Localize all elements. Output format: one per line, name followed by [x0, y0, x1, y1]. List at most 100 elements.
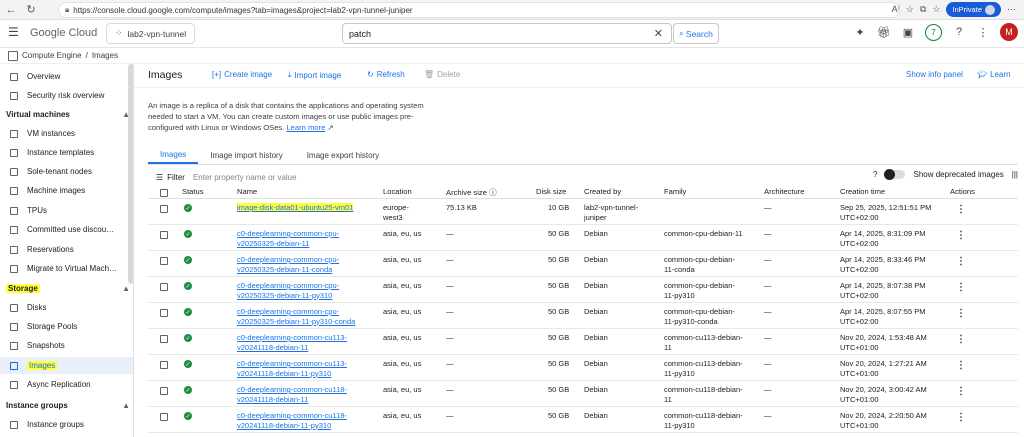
- column-display-icon[interactable]: |||: [1012, 170, 1018, 179]
- project-selector[interactable]: ⁘ lab2-vpn-tunnel: [106, 23, 196, 44]
- clear-search-icon[interactable]: ✕: [654, 27, 663, 40]
- image-name-link[interactable]: c0-deeplearning-common-cpu-v20250325-deb…: [237, 229, 339, 248]
- google-cloud-logo[interactable]: Google Cloud: [30, 27, 97, 39]
- create-image-button[interactable]: [+] Create image: [212, 70, 272, 79]
- address-bar[interactable]: 🔒︎ https://console.cloud.google.com/comp…: [58, 2, 900, 18]
- search-button[interactable]: ⌕ Search: [673, 23, 719, 44]
- row-actions-icon[interactable]: ⋮: [956, 413, 966, 423]
- extensions-icon[interactable]: ⧉: [920, 4, 926, 15]
- table-row[interactable]: ✓ c0-deeplearning-common-cu113- v20241118-…: [148, 356, 1018, 381]
- row-checkbox[interactable]: [160, 335, 168, 343]
- gemini-sparkle-icon[interactable]: ✦: [853, 25, 867, 39]
- cloud-shell-icon[interactable]: ▣: [901, 25, 915, 39]
- sidebar-item-reservations[interactable]: Reservations: [0, 241, 133, 258]
- image-name-link[interactable]: c0-deeplearning-common-cu113- v20241118-d…: [237, 359, 347, 378]
- row-checkbox[interactable]: [160, 413, 168, 421]
- show-info-panel-button[interactable]: Show info panel: [906, 70, 963, 79]
- delete-button[interactable]: 🗑︎ Delete: [424, 70, 460, 79]
- header-created-by[interactable]: Created by: [584, 187, 621, 196]
- show-deprecated-toggle[interactable]: [884, 169, 906, 180]
- image-name-link[interactable]: c0-deeplearning-common-cpu-v20250325-deb…: [237, 255, 339, 274]
- browser-menu-icon[interactable]: ⋯: [1007, 4, 1016, 15]
- sidebar-item-async-replication[interactable]: Async Replication: [0, 376, 133, 393]
- tab-image-import-history[interactable]: Image import history: [198, 146, 294, 164]
- sidebar-item-tpus[interactable]: TPUs: [0, 202, 133, 219]
- sidebar-section-virtual-machines[interactable]: Virtual machines ▲: [6, 110, 130, 119]
- header-status[interactable]: Status: [182, 187, 204, 196]
- notifications-badge[interactable]: 7: [925, 23, 942, 41]
- help-icon[interactable]: ?: [873, 170, 877, 179]
- image-name-link[interactable]: c0-deeplearning-common-cpu-v20250325-deb…: [237, 307, 355, 326]
- header-disk-size[interactable]: Disk size: [536, 187, 566, 196]
- row-actions-icon[interactable]: ⋮: [956, 231, 966, 241]
- read-aloud-icon[interactable]: A⁾: [892, 4, 900, 15]
- refresh-button[interactable]: ↻ Refresh: [367, 70, 405, 79]
- image-name-link[interactable]: c0-deeplearning-common-cu118- v20241118-d…: [237, 385, 347, 404]
- row-actions-icon[interactable]: ⋮: [956, 335, 966, 345]
- sidebar-item-storage-pools[interactable]: Storage Pools: [0, 318, 133, 335]
- search-input[interactable]: patch ✕: [342, 23, 672, 44]
- sidebar-item-migrate[interactable]: Migrate to Virtual Mach…: [0, 260, 133, 277]
- gift-icon[interactable]: 🎁︎: [877, 25, 891, 39]
- sidebar-item-instance-templates[interactable]: Instance templates: [0, 144, 133, 161]
- row-actions-icon[interactable]: ⋮: [956, 387, 966, 397]
- filter-input[interactable]: Enter property name or value: [193, 173, 297, 182]
- sidebar-section-storage[interactable]: Storage ▲: [6, 284, 130, 293]
- header-creation-time[interactable]: Creation time: [840, 187, 885, 196]
- table-row[interactable]: ✓ c0-deeplearning-common-cu118- v20241118-…: [148, 382, 1018, 407]
- row-checkbox[interactable]: [160, 309, 168, 317]
- more-options-icon[interactable]: ⋮: [976, 25, 990, 39]
- table-row[interactable]: ✓ c0-deeplearning-common-cpu-v20250325-de…: [148, 226, 1018, 251]
- row-checkbox[interactable]: [160, 283, 168, 291]
- image-name-link[interactable]: c0-deeplearning-common-cu118- v20241118-d…: [237, 411, 347, 430]
- back-icon[interactable]: ←: [2, 1, 20, 19]
- favorite-star-icon[interactable]: ☆: [906, 4, 914, 15]
- menu-icon[interactable]: ☰: [8, 26, 20, 38]
- row-checkbox[interactable]: [160, 361, 168, 369]
- import-image-button[interactable]: ⤓ Import image: [288, 70, 341, 80]
- sidebar-item-overview[interactable]: Overview: [0, 68, 133, 85]
- select-all-checkbox[interactable]: [160, 189, 168, 197]
- table-row[interactable]: ✓ c0-deeplearning-common-cpu-v20250325-de…: [148, 304, 1018, 329]
- sidebar-item-snapshots[interactable]: Snapshots: [0, 337, 133, 354]
- row-checkbox[interactable]: [160, 205, 168, 213]
- learn-button[interactable]: 🎓︎ Learn: [977, 70, 1011, 79]
- row-actions-icon[interactable]: ⋮: [956, 205, 966, 215]
- table-row[interactable]: ✓ c0-deeplearning-common-cu118- v20241118-…: [148, 408, 1018, 433]
- row-actions-icon[interactable]: ⋮: [956, 309, 966, 319]
- reload-icon[interactable]: ↻: [22, 1, 40, 19]
- image-name-link[interactable]: image-disk-data01-ubuntu25-vm01: [237, 203, 354, 213]
- sidebar-item-sole-tenant-nodes[interactable]: Sole-tenant nodes: [0, 163, 133, 180]
- row-checkbox[interactable]: [160, 257, 168, 265]
- row-actions-icon[interactable]: ⋮: [956, 283, 966, 293]
- header-name[interactable]: Name: [237, 187, 257, 196]
- header-archive-size[interactable]: Archive size ⓘ: [446, 187, 497, 198]
- table-row[interactable]: ✓ c0-deeplearning-common-cpu-v20250325-de…: [148, 252, 1018, 277]
- tab-image-export-history[interactable]: Image export history: [295, 146, 391, 164]
- sidebar-item-images[interactable]: Images: [0, 357, 133, 374]
- header-family[interactable]: Family: [664, 187, 686, 196]
- header-architecture[interactable]: Architecture: [764, 187, 805, 196]
- help-icon[interactable]: ?: [952, 25, 966, 39]
- help-icon[interactable]: ⓘ: [489, 188, 497, 197]
- breadcrumb-product[interactable]: Compute Engine: [22, 51, 82, 60]
- table-row[interactable]: ✓ c0-deeplearning-common-cpu-v20250325-de…: [148, 278, 1018, 303]
- sidebar-item-security-risk-overview[interactable]: Security risk overview: [0, 87, 133, 104]
- sidebar-item-instance-groups[interactable]: Instance groups: [0, 416, 133, 433]
- sidebar-item-vm-instances[interactable]: VM instances: [0, 125, 133, 142]
- row-checkbox[interactable]: [160, 231, 168, 239]
- image-name-link[interactable]: c0-deeplearning-common-cpu-v20250325-deb…: [237, 281, 339, 300]
- sidebar-item-committed-use[interactable]: Committed use discou…: [0, 221, 133, 238]
- learn-more-link[interactable]: Learn more: [286, 123, 325, 132]
- inprivate-badge[interactable]: InPrivate: [946, 2, 1001, 17]
- image-name-link[interactable]: c0-deeplearning-common-cu113- v20241118-d…: [237, 333, 347, 352]
- sidebar-item-machine-images[interactable]: Machine images: [0, 182, 133, 199]
- row-actions-icon[interactable]: ⋮: [956, 361, 966, 371]
- sidebar-item-disks[interactable]: Disks: [0, 299, 133, 316]
- table-row[interactable]: ✓ c0-deeplearning-common-cu113- v20241118-…: [148, 330, 1018, 355]
- table-row[interactable]: ✓ image-disk-data01-ubuntu25-vm01 europe-w…: [148, 200, 1018, 225]
- header-location[interactable]: Location: [383, 187, 412, 196]
- row-checkbox[interactable]: [160, 387, 168, 395]
- sidebar-section-instance-groups[interactable]: Instance groups ▲: [6, 401, 130, 410]
- filter-button[interactable]: ☰ Filter: [156, 173, 185, 182]
